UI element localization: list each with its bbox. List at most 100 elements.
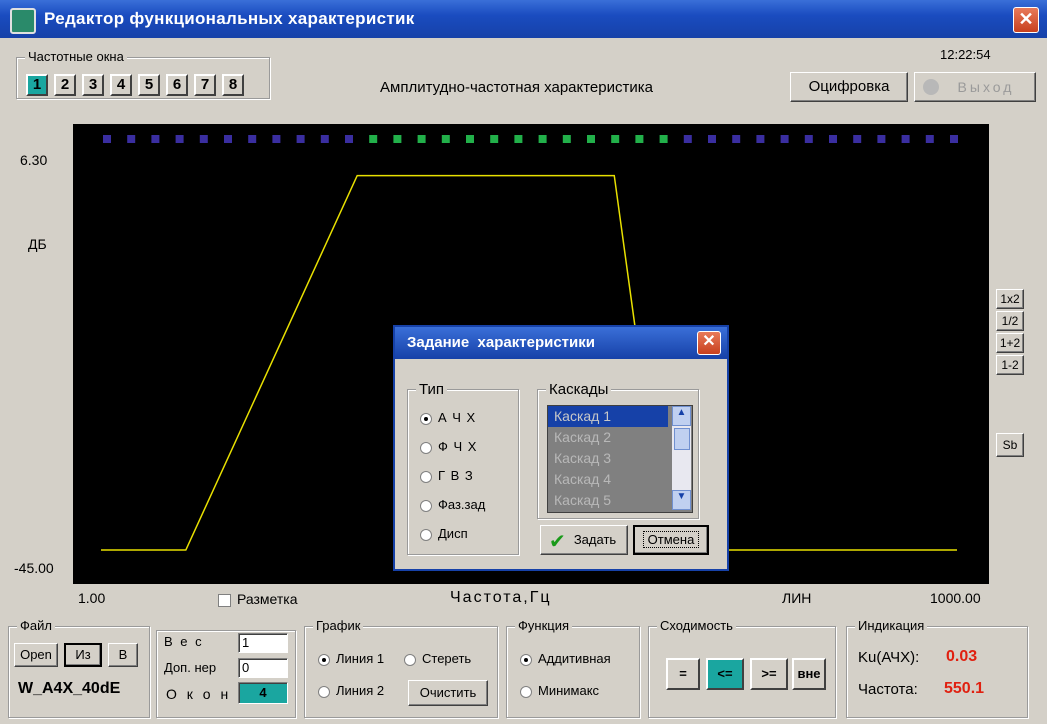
conv-ge-button[interactable]: >= [750,658,788,690]
exit-icon [923,79,939,95]
clear-button[interactable]: Очистить [408,680,488,706]
cascade-item[interactable]: Каскад 4 [548,469,692,490]
type-radio-pfc[interactable]: Ф Ч Х [420,439,477,454]
x-max-label: 1000.00 [930,590,981,606]
line1-radio-label: Линия 1 [336,651,385,666]
type-radio-gd[interactable]: Г В З [420,468,474,483]
marker-blue [853,135,862,143]
to-button[interactable]: В [108,643,138,667]
scroll-down-icon[interactable]: ▼ [672,490,691,510]
freq-window-button-2[interactable]: 2 [54,74,76,96]
windows-count[interactable]: 4 [238,682,288,704]
additive-radio[interactable]: Аддитивная [520,651,611,666]
type-radio-gd-circle[interactable] [420,470,432,483]
marker-blue [175,135,184,143]
line1-radio[interactable]: Линия 1 [318,651,384,666]
marker-blue [950,135,958,143]
scroll-up-icon[interactable]: ▲ [672,406,691,426]
minimax-radio-circle[interactable] [520,685,532,698]
extra-input[interactable]: 0 [238,658,288,678]
freq-window-button-7[interactable]: 7 [194,74,216,96]
characteristic-dialog: Задание характеристики ✕ Тип А Ч Х Ф Ч Х… [393,325,729,571]
conv-equal-button[interactable]: = [666,658,700,690]
scroll-thumb[interactable] [674,428,690,450]
marker-blue [877,135,886,143]
marker-blue [925,135,934,143]
function-group-label: Функция [515,618,572,633]
minimax-radio-label: Минимакс [538,683,600,698]
line2-radio-circle[interactable] [318,685,330,698]
side-button-1x2[interactable]: 1x2 [996,289,1024,309]
dialog-title: Задание характеристики [407,334,595,351]
side-button-half[interactable]: 1/2 [996,311,1024,331]
freq-window-button-3[interactable]: 3 [82,74,104,96]
freq-window-button-6[interactable]: 6 [166,74,188,96]
function-group: Функция [506,618,640,718]
grid-checkbox[interactable]: Разметка [218,591,298,608]
freq-window-button-4[interactable]: 4 [110,74,132,96]
erase-radio[interactable]: Стереть [404,651,471,666]
cancel-button[interactable]: Отмена [633,525,709,555]
exit-button[interactable]: Выход [914,72,1036,102]
freq-windows-label: Частотные окна [25,49,127,64]
freq-window-button-1[interactable]: 1 [26,74,48,96]
marker-green [490,135,499,143]
x-min-label: 1.00 [78,590,106,606]
type-radio-disp-circle[interactable] [420,528,432,541]
marker-green [417,135,426,143]
cascade-item[interactable]: Каскад 1 [548,406,668,427]
type-radio-disp-label: Дисп [438,526,468,541]
apply-button[interactable]: ✔ Задать [540,525,628,555]
marker-green [611,135,620,143]
x-axis-label: Частота,Гц [450,589,552,606]
side-button-sum[interactable]: 1+2 [996,333,1024,353]
cascade-item[interactable]: Каскад 3 [548,448,692,469]
type-radio-afc-circle[interactable] [420,412,432,425]
type-radio-afc[interactable]: А Ч Х [420,410,476,425]
dialog-close-button[interactable]: ✕ [697,331,721,355]
freq-window-button-8[interactable]: 8 [222,74,244,96]
apply-button-label: Задать [573,532,617,547]
marker-green [514,135,523,143]
marker-blue [272,135,281,143]
cascade-item[interactable]: Каскад 2 [548,427,692,448]
type-radio-phase-label: Фаз.зад [438,497,486,512]
x-scale-label: ЛИН [782,590,812,606]
type-radio-disp[interactable]: Дисп [420,526,468,541]
conv-le-button[interactable]: <= [706,658,744,690]
marker-blue [127,135,136,143]
marker-green [659,135,668,143]
type-radio-pfc-circle[interactable] [420,441,432,454]
side-button-sb[interactable]: Sb [996,433,1024,457]
indication-group: Индикация [846,618,1028,718]
erase-radio-circle[interactable] [404,653,416,666]
windows-label: О к о н [166,686,232,702]
side-button-diff[interactable]: 1-2 [996,355,1024,375]
y-min-label: -45.00 [14,560,54,576]
line2-radio[interactable]: Линия 2 [318,683,384,698]
conv-outside-button[interactable]: вне [792,658,826,690]
weight-input[interactable]: 1 [238,633,288,653]
y-max-label: 6.30 [20,152,48,168]
marker-green [538,135,547,143]
marker-blue [708,135,716,143]
marker-green [441,135,450,143]
freq-window-button-5[interactable]: 5 [138,74,160,96]
type-radio-phase-circle[interactable] [420,499,432,512]
line1-radio-circle[interactable] [318,653,330,666]
digitize-button[interactable]: Оцифровка [790,72,908,102]
grid-checkbox-box[interactable] [218,594,231,608]
open-button[interactable]: Open [14,643,58,667]
additive-radio-circle[interactable] [520,653,532,666]
marker-blue [756,135,765,143]
marker-blue [224,135,232,143]
close-button[interactable]: ✕ [1013,7,1039,33]
cascades-list[interactable]: Каскад 1 Каскад 2 Каскад 3 Каскад 4 Каск… [547,405,693,513]
line2-radio-label: Линия 2 [336,683,385,698]
file-group-label: Файл [17,618,55,633]
cascades-scrollbar[interactable]: ▲ ▼ [672,406,691,510]
minimax-radio[interactable]: Минимакс [520,683,599,698]
from-button[interactable]: Из [64,643,102,667]
type-radio-phase[interactable]: Фаз.зад [420,497,485,512]
cascade-item[interactable]: Каскад 5 [548,490,692,511]
